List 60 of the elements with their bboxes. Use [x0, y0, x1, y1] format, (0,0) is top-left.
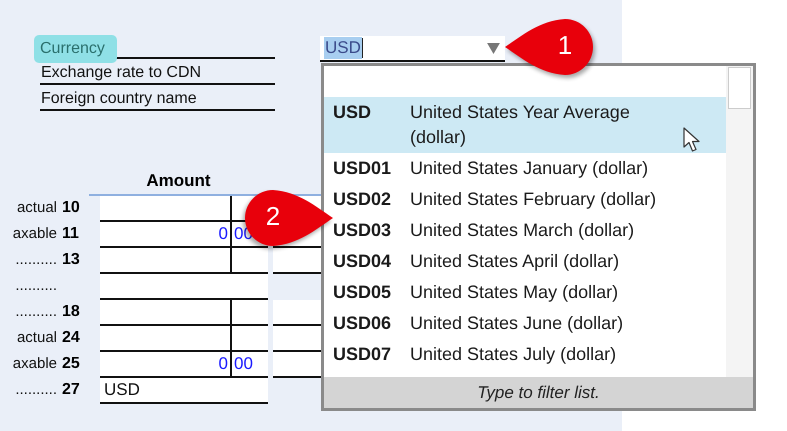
list-option[interactable]: USD05 United States May (dollar): [324, 277, 726, 308]
scrollbar[interactable]: [726, 66, 753, 377]
amount-field[interactable]: [100, 274, 268, 300]
option-code: USD05: [333, 281, 392, 304]
list-option[interactable]: USD03 United States March (dollar): [324, 215, 726, 246]
list-option[interactable]: USD United States Year Average (dollar): [324, 97, 726, 153]
amount-value: 0: [218, 353, 229, 375]
caret-icon[interactable]: [487, 42, 500, 54]
option-code: USD06: [333, 312, 392, 335]
option-code: USD01: [333, 157, 392, 180]
field-label: Exchange rate to CDN: [40, 63, 202, 83]
line-label: actual: [16, 328, 57, 348]
line-label: ..........: [14, 276, 57, 296]
option-name: United States Year Average (dollar): [410, 101, 631, 149]
line-number: 10: [62, 198, 81, 218]
filter-hint: Type to filter list.: [324, 377, 753, 408]
line-label: actual: [16, 198, 57, 218]
option-name: United States March (dollar): [410, 219, 636, 242]
option-code: USD03: [333, 219, 392, 242]
option-code: USD: [333, 101, 372, 124]
option-name: United States June (dollar): [410, 312, 624, 335]
option-code: USD02: [333, 188, 392, 211]
amount-field[interactable]: [100, 300, 268, 326]
line-number: 11: [62, 224, 80, 244]
list-option[interactable]: USD04 United States April (dollar): [324, 246, 726, 277]
callout-tooltip: 1: [503, 17, 595, 77]
amount-field[interactable]: [100, 248, 268, 274]
line-number: 24: [62, 328, 81, 348]
line-number: 25: [62, 354, 81, 374]
option-name: United States May (dollar): [410, 281, 620, 304]
list-option[interactable]: USD02 United States February (dollar): [324, 184, 726, 215]
scrollbar-thumb[interactable]: [728, 67, 751, 109]
amount-field[interactable]: USD: [100, 378, 268, 404]
option-code: USD04: [333, 250, 392, 273]
amount-value: 0: [218, 223, 229, 245]
line-label: ..........: [14, 302, 57, 322]
option-name: United States April (dollar): [410, 250, 620, 273]
amount-field[interactable]: [100, 326, 268, 352]
line-label: axable: [12, 224, 57, 244]
line-label: ..........: [14, 250, 57, 270]
cents-value: 00: [234, 354, 254, 373]
line-label: axable: [12, 354, 57, 374]
field-label: Foreign country name: [40, 89, 198, 109]
currency-select[interactable]: USD: [320, 36, 505, 62]
option-code: USD07: [333, 343, 392, 366]
line-number: 13: [62, 250, 81, 270]
list-option[interactable]: USD07 United States July (dollar): [324, 339, 726, 370]
option-name: United States July (dollar): [410, 343, 618, 366]
line-number: 18: [62, 302, 81, 322]
field-label: Currency: [34, 35, 117, 63]
cursor-icon: [683, 127, 701, 153]
option-name: United States January (dollar): [410, 157, 650, 180]
line-number: 27: [62, 380, 81, 400]
amount-field[interactable]: 0 00: [100, 352, 268, 378]
line-label: ..........: [14, 380, 57, 400]
column-heading: Amount: [145, 170, 212, 192]
field-value: USD: [103, 379, 140, 401]
list-option[interactable]: USD01 United States January (dollar): [324, 153, 726, 184]
list-option[interactable]: USD06 United States June (dollar): [324, 308, 726, 339]
option-name: United States February (dollar): [410, 188, 658, 211]
